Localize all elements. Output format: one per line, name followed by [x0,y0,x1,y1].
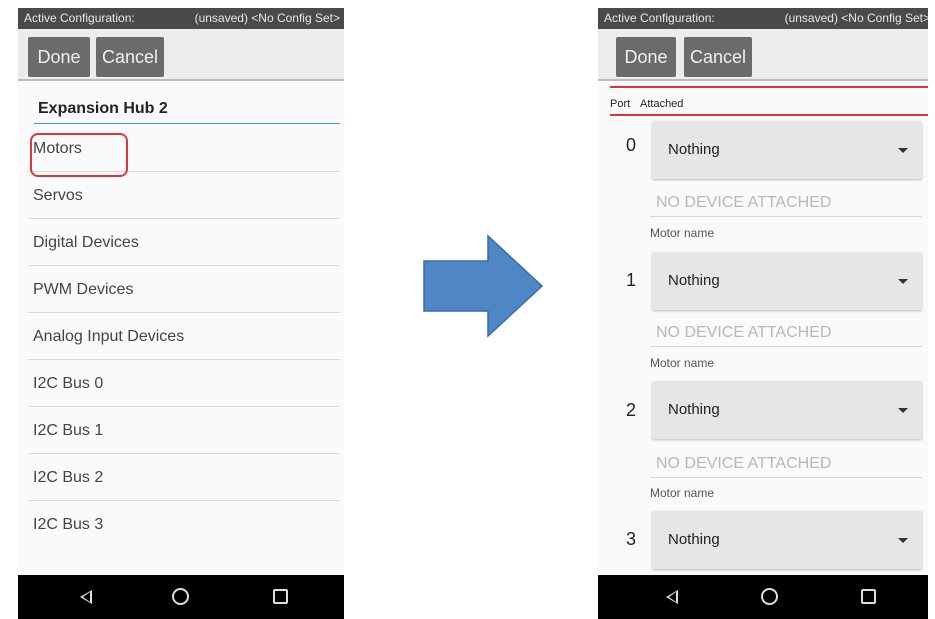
recents-icon[interactable] [273,589,288,604]
status-left-text: Active Configuration: [604,11,715,25]
dropdown-value: Nothing [668,141,720,158]
menu-item-i2c-bus-0[interactable]: I2C Bus 0 [28,360,340,407]
back-icon[interactable] [666,590,678,604]
header-top-line [610,86,928,88]
motor-name-label: Motor name [650,356,715,370]
port-column-header: Port [610,98,631,110]
dropdown-value: Nothing [668,272,720,289]
navigation-bar [18,575,344,619]
port-number: 1 [626,270,637,290]
port-2-motor-name-input[interactable]: NO DEVICE ATTACHED [650,453,922,478]
header-bottom-line [610,114,928,116]
port-1-device-dropdown[interactable]: Nothing [652,252,922,310]
status-bar: Active Configuration: (unsaved) <No Conf… [18,8,344,29]
port-number: 2 [626,400,637,420]
left-phone-screen: Active Configuration: (unsaved) <No Conf… [18,8,344,619]
menu-item-i2c-bus-1[interactable]: I2C Bus 1 [28,407,340,454]
done-button[interactable]: Done [28,37,90,77]
recents-icon[interactable] [861,589,876,604]
port-number: 0 [626,135,637,155]
port-1-motor-name-input[interactable]: NO DEVICE ATTACHED [650,322,922,347]
right-phone-screen: Active Configuration: (unsaved) <No Conf… [598,8,928,619]
dropdown-value: Nothing [668,531,720,548]
done-button[interactable]: Done [616,37,676,77]
attached-column-header: Attached [640,98,684,110]
dropdown-caret-icon [898,279,908,284]
motor-name-label: Motor name [650,486,715,500]
home-icon[interactable] [761,588,778,605]
dropdown-caret-icon [898,408,908,413]
right-arrow-icon [423,234,544,338]
menu-item-servos[interactable]: Servos [28,172,340,219]
arrow-shape [423,234,544,338]
home-icon[interactable] [172,588,189,605]
status-right-text: (unsaved) <No Config Set> [194,11,340,25]
port-number: 3 [626,529,637,549]
dropdown-caret-icon [898,538,908,543]
status-right-text: (unsaved) <No Config Set> [784,11,928,25]
toolbar: Done Cancel [598,29,928,81]
port-0-motor-name-input[interactable]: NO DEVICE ATTACHED [650,192,922,217]
status-bar: Active Configuration: (unsaved) <No Conf… [598,8,928,29]
menu-item-analog-input-devices[interactable]: Analog Input Devices [28,313,340,360]
menu-item-digital-devices[interactable]: Digital Devices [28,219,340,266]
motors-highlight-box [30,133,128,177]
navigation-bar [598,575,928,619]
status-left-text: Active Configuration: [24,11,135,25]
motor-name-label: Motor name [650,226,715,240]
port-3-device-dropdown[interactable]: Nothing [652,511,922,569]
port-0-device-dropdown[interactable]: Nothing [652,121,922,179]
menu-item-i2c-bus-2[interactable]: I2C Bus 2 [28,454,340,501]
cancel-button[interactable]: Cancel [684,37,752,77]
toolbar: Done Cancel [18,29,344,81]
cancel-button[interactable]: Cancel [96,37,164,77]
dropdown-caret-icon [898,148,908,153]
menu-item-i2c-bus-3[interactable]: I2C Bus 3 [28,501,340,548]
hub-name-field[interactable]: Expansion Hub 2 [34,98,340,124]
menu-item-pwm-devices[interactable]: PWM Devices [28,266,340,313]
dropdown-value: Nothing [668,401,720,418]
port-2-device-dropdown[interactable]: Nothing [652,381,922,439]
back-icon[interactable] [80,590,92,604]
